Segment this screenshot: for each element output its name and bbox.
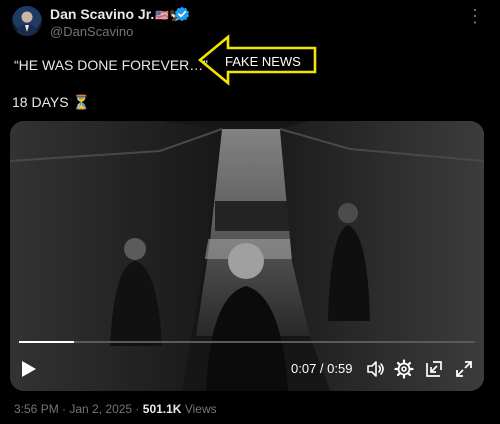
days-label: 18 DAYS <box>12 94 69 110</box>
verified-badge-icon <box>174 6 190 22</box>
video-frame <box>10 121 484 391</box>
views-count: 501.1K <box>142 402 182 416</box>
video-progress-fill <box>19 341 74 343</box>
meta-separator: · <box>58 402 70 416</box>
fake-news-annotation: FAKE NEWS <box>225 54 301 69</box>
post-meta: 3:56 PM · Jan 2, 2025 · 501.1K Views <box>14 402 217 416</box>
more-options-icon[interactable]: ⋮ <box>466 6 485 27</box>
picture-in-picture-icon[interactable] <box>424 359 444 379</box>
video-player[interactable]: 0:07 / 0:59 <box>10 121 484 391</box>
days-text: 18 DAYS ⏳ <box>12 94 90 111</box>
video-time: 0:07 / 0:59 <box>291 361 353 376</box>
author-avatar[interactable] <box>12 6 42 36</box>
volume-icon[interactable] <box>365 359 385 379</box>
post-quote-text: “HE WAS DONE FOREVER…” <box>14 57 208 73</box>
author-display-name: Dan Scavino Jr. <box>50 6 155 22</box>
meta-separator-2: · <box>132 402 143 416</box>
author-handle[interactable]: @DanScavino <box>50 24 133 39</box>
fullscreen-icon[interactable] <box>454 359 474 379</box>
play-icon[interactable] <box>20 359 38 379</box>
hourglass-icon: ⏳ <box>72 94 90 110</box>
views-label: Views <box>184 402 217 416</box>
author-name[interactable]: Dan Scavino Jr.🇺🇸🦅 <box>50 6 183 22</box>
post-time[interactable]: 3:56 PM <box>14 402 59 416</box>
settings-gear-icon[interactable] <box>394 359 414 379</box>
post-date[interactable]: Jan 2, 2025 <box>69 402 132 416</box>
video-progress-bar[interactable] <box>19 341 475 343</box>
